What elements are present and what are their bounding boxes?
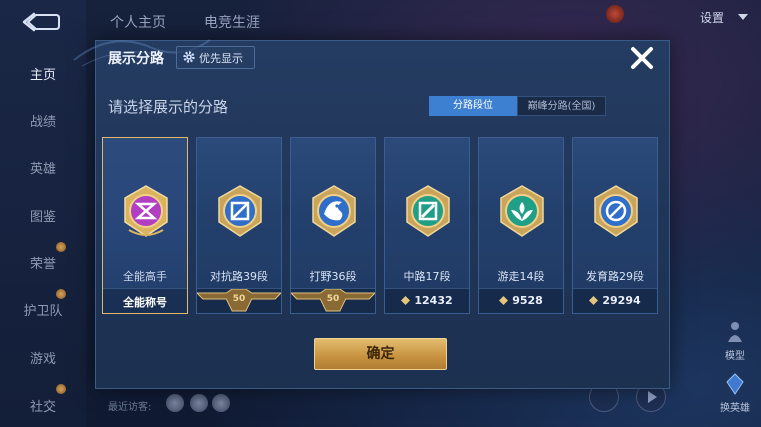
nav-item-social[interactable]: 社交: [0, 396, 86, 415]
change-hero-icon: [726, 373, 744, 395]
lane-label: 游走14段: [497, 270, 545, 283]
tab-esports-career[interactable]: 电竞生涯: [204, 12, 260, 32]
notification-dot: [56, 289, 66, 299]
points-value: 9528: [512, 294, 543, 307]
notification-dot: [56, 384, 66, 394]
points-icon: [499, 296, 509, 305]
points-value: 12432: [414, 294, 453, 307]
honor-title: 全能称号: [123, 296, 167, 309]
nav-item-heroes[interactable]: 英雄: [0, 158, 86, 177]
all-round-badge-icon: [124, 185, 168, 237]
card-footer: 50: [291, 288, 375, 313]
mid-lane-badge-icon: [406, 185, 450, 237]
peak-points: 12432: [385, 294, 469, 307]
lane-card-all-round[interactable]: 全能高手 全能称号: [102, 137, 188, 314]
lane-label: 中路17段: [403, 270, 451, 283]
rank-star-count: 50: [326, 294, 340, 304]
lane-card-clash[interactable]: 对抗路39段 50: [196, 137, 282, 314]
tab-peak-lane-national[interactable]: 巅峰分路(全国): [517, 96, 606, 116]
roam-badge-icon: [500, 185, 544, 237]
lane-label: 发育路29段: [586, 270, 644, 283]
lane-card-farm[interactable]: 发育路29段 29294: [572, 137, 658, 314]
nav-item-honor[interactable]: 荣誉: [0, 253, 86, 272]
model-icon: [728, 322, 742, 342]
nav-item-records[interactable]: 战绩: [0, 111, 86, 130]
card-footer: 9528: [479, 288, 563, 313]
dialog-subtitle: 请选择展示的分路: [108, 98, 229, 116]
lane-card-jungle[interactable]: 打野36段 50: [290, 137, 376, 314]
tab-lane-rank[interactable]: 分路段位: [429, 96, 517, 116]
lane-label: 全能高手: [123, 270, 167, 283]
visitor-avatar[interactable]: [212, 394, 230, 412]
card-footer: 29294: [573, 288, 657, 313]
settings-button[interactable]: 设置: [700, 9, 724, 26]
notification-dot: [56, 242, 66, 252]
tab-personal-home[interactable]: 个人主页: [110, 12, 166, 32]
chevron-down-icon[interactable]: [738, 14, 748, 20]
visitor-avatar[interactable]: [166, 394, 184, 412]
change-hero-button[interactable]: 换英雄: [713, 372, 757, 414]
jungle-badge-icon: [312, 185, 356, 237]
lane-label: 打野36段: [309, 270, 357, 283]
confirm-button[interactable]: 确定: [314, 338, 447, 370]
farm-lane-badge-icon: [594, 185, 638, 237]
recent-visitors-label: 最近访客:: [108, 402, 152, 413]
priority-display-label: 优先显示: [199, 52, 243, 65]
back-arrow-icon[interactable]: [22, 10, 62, 34]
close-icon[interactable]: [628, 44, 656, 72]
gear-icon: [183, 51, 195, 63]
model-label: 模型: [725, 351, 745, 362]
lane-label: 对抗路39段: [210, 270, 268, 283]
nav-item-guard-team[interactable]: 护卫队: [0, 300, 86, 319]
model-button[interactable]: 模型: [718, 320, 752, 362]
lane-card-roam[interactable]: 游走14段 9528: [478, 137, 564, 314]
lane-card-mid[interactable]: 中路17段 12432: [384, 137, 470, 314]
rank-star-count: 50: [232, 294, 246, 304]
priority-display-button[interactable]: 优先显示: [176, 46, 255, 69]
dialog-title: 展示分路: [108, 51, 164, 67]
nav-item-games[interactable]: 游戏: [0, 348, 86, 367]
card-footer: 12432: [385, 288, 469, 313]
peak-points: 29294: [573, 294, 657, 307]
points-icon: [401, 296, 411, 305]
points-icon: [589, 296, 599, 305]
peak-points: 9528: [479, 294, 563, 307]
points-value: 29294: [602, 294, 641, 307]
card-footer: 全能称号: [103, 288, 187, 313]
avatar[interactable]: [606, 5, 624, 23]
visitor-avatar[interactable]: [190, 394, 208, 412]
change-hero-label: 换英雄: [720, 403, 750, 414]
card-footer: 50: [197, 288, 281, 313]
clash-lane-badge-icon: [218, 185, 262, 237]
nav-item-codex[interactable]: 图鉴: [0, 206, 86, 225]
